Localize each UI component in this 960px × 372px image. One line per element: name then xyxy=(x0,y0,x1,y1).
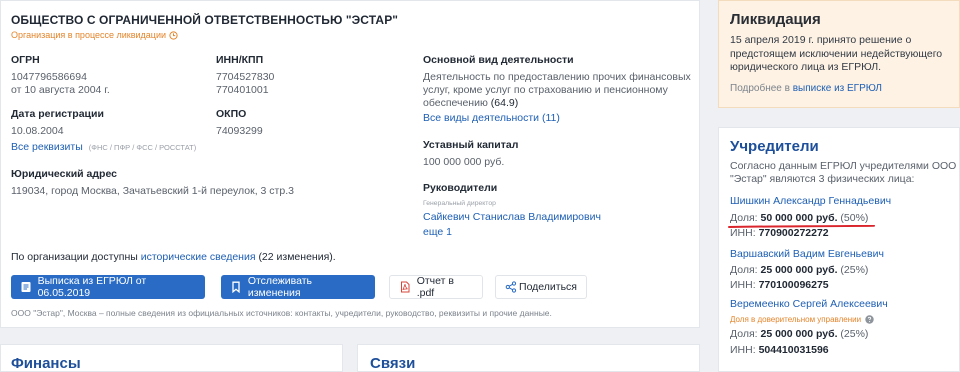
capital-label: Уставный капитал xyxy=(423,139,519,151)
liquidation-card: Ликвидация 15 апреля 2019 г. принято реш… xyxy=(718,0,960,108)
okpo-value: 74093299 xyxy=(216,125,263,137)
founder-inn: ИНН: 770900272272 xyxy=(730,227,829,239)
head-name-link[interactable]: Сайкевич Станислав Владимирович xyxy=(423,211,601,223)
inn-kpp-label: ИНН/КПП xyxy=(216,54,264,66)
address-label: Юридический адрес xyxy=(11,168,117,180)
ogrn-value: 1047796586694 xyxy=(11,71,87,83)
company-card: ОБЩЕСТВО С ОГРАНИЧЕННОЙ ОТВЕТСТВЕННОСТЬЮ… xyxy=(0,0,700,328)
document-icon xyxy=(20,281,32,293)
share-button[interactable]: Поделиться xyxy=(495,275,587,299)
founder-share: Доля: 50 000 000 руб. (50%) xyxy=(730,212,869,224)
more-heads-link[interactable]: еще 1 xyxy=(423,226,452,238)
reg-date-value: 10.08.2004 xyxy=(11,125,64,137)
founder-name-link[interactable]: Варшавский Вадим Евгеньевич xyxy=(730,248,884,260)
company-name: ОБЩЕСТВО С ОГРАНИЧЕННОЙ ОТВЕТСТВЕННОСТЬЮ… xyxy=(11,13,399,27)
track-changes-button[interactable]: Отслеживать изменения xyxy=(221,275,375,299)
reg-date-label: Дата регистрации xyxy=(11,108,104,120)
activity-line2: услуг, кроме услуг по страхованию и пенс… xyxy=(423,84,668,96)
heads-label: Руководители xyxy=(423,182,498,194)
history-link[interactable]: исторические сведения xyxy=(141,251,256,263)
okpo-label: ОКПО xyxy=(216,108,247,120)
founder-inn: ИНН: 504410031596 xyxy=(730,344,829,356)
head-role: Генеральный директор xyxy=(423,200,496,207)
capital-value: 100 000 000 руб. xyxy=(423,156,505,168)
finances-title: Финансы xyxy=(11,355,81,372)
question-icon[interactable] xyxy=(865,315,874,324)
kpp-value: 770401001 xyxy=(216,84,269,96)
pdf-report-button[interactable]: Отчет в .pdf xyxy=(389,275,483,299)
founder-name-link[interactable]: Шишкин Александр Геннадьевич xyxy=(730,195,891,207)
all-activities-link[interactable]: Все виды деятельности (11) xyxy=(423,112,560,124)
egrul-extract-button[interactable]: Выписка из ЕГРЮЛ от 06.05.2019 xyxy=(11,275,205,299)
founders-intro-line2: "Эстар" являются 3 физических лица: xyxy=(730,173,915,185)
connections-card: Связи xyxy=(357,344,700,372)
trust-note: Доля в доверительном управлении xyxy=(730,315,862,324)
pdf-icon xyxy=(399,281,411,293)
egrul-extract-link[interactable]: выписке из ЕГРЮЛ xyxy=(793,83,882,94)
liquidation-text: 15 апреля 2019 г. принято решение о пред… xyxy=(730,34,943,73)
clock-icon xyxy=(169,30,178,40)
founders-card: Учредители Согласно данным ЕГРЮЛ учредит… xyxy=(718,127,960,372)
footer-text: ООО "Эстар", Москва – полные сведения из… xyxy=(11,308,552,318)
trust-note-row: Доля в доверительном управлении xyxy=(730,315,874,324)
requisites-note: (ФНС / ПФР / ФСС / РОССТАТ) xyxy=(88,142,197,152)
founder-inn: ИНН: 770100096275 xyxy=(730,279,829,291)
ogrn-label: ОГРН xyxy=(11,54,40,66)
founders-title: Учредители xyxy=(730,138,819,155)
address-value: 119034, город Москва, Зачатьевский 1-й п… xyxy=(11,185,294,197)
founder-name-link[interactable]: Веремеенко Сергей Алексеевич xyxy=(730,298,888,310)
all-requisites-link[interactable]: Все реквизиты xyxy=(11,141,83,153)
inn-value: 7704527830 xyxy=(216,71,275,83)
activity-label: Основной вид деятельности xyxy=(423,54,574,66)
activity-code: (64.9) xyxy=(490,97,519,109)
activity-line1: Деятельность по предоставлению прочих фи… xyxy=(423,71,691,83)
requisites-row: Все реквизиты (ФНС / ПФР / ФСС / РОССТАТ… xyxy=(11,141,196,153)
company-status: Организация в процессе ликвидации xyxy=(11,30,178,40)
bookmark-icon xyxy=(230,281,242,293)
red-underline-annotation xyxy=(728,225,875,228)
founder-share: Доля: 25 000 000 руб. (25%) xyxy=(730,328,869,340)
connections-title: Связи xyxy=(370,355,416,372)
liquidation-more: Подробнее в выписке из ЕГРЮЛ xyxy=(730,83,882,94)
activity-line3: обеспечению (64.9) xyxy=(423,97,519,109)
liquidation-title: Ликвидация xyxy=(730,11,821,28)
ogrn-date: от 10 августа 2004 г. xyxy=(11,84,110,96)
founder-share: Доля: 25 000 000 руб. (25%) xyxy=(730,264,869,276)
history-row: По организации доступны исторические све… xyxy=(11,251,336,263)
finances-card: Финансы xyxy=(0,344,343,372)
founders-intro-line1: Согласно данным ЕГРЮЛ учредителями ООО xyxy=(730,160,957,172)
share-icon xyxy=(505,281,517,293)
